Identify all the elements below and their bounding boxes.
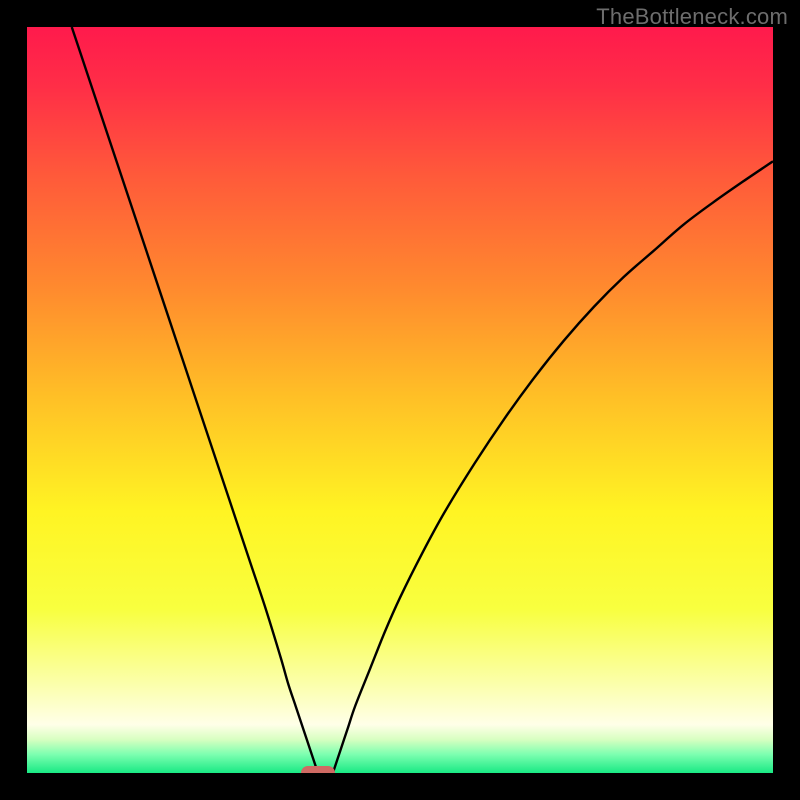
watermark-text: TheBottleneck.com xyxy=(596,4,788,30)
gradient-background xyxy=(27,27,773,773)
chart-canvas xyxy=(27,27,773,773)
optimum-marker xyxy=(301,766,335,773)
chart-frame: TheBottleneck.com xyxy=(0,0,800,800)
plot-area xyxy=(27,27,773,773)
